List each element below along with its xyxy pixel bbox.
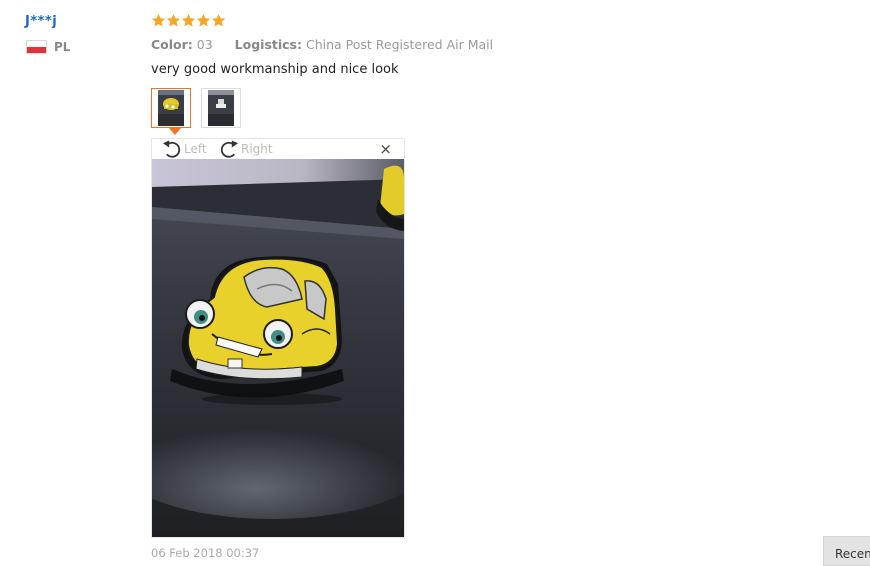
thumbnail-image [208, 90, 234, 126]
review-text: very good workmanship and nice look [151, 62, 399, 77]
rotate-left-icon [163, 140, 181, 158]
rotate-right-icon [220, 140, 238, 158]
selected-caret-icon [169, 128, 181, 135]
rotate-right-button[interactable]: Right [218, 139, 273, 159]
star-icon [196, 13, 211, 28]
star-icon [211, 13, 226, 28]
review-photo [152, 159, 404, 537]
rotate-left-button[interactable]: Left [161, 139, 207, 159]
poland-flag-icon [26, 40, 47, 54]
rotate-right-label: Right [241, 142, 273, 156]
logistics-value: China Post Registered Air Mail [305, 37, 494, 52]
viewer-toolbar: Left Right × [152, 139, 404, 159]
star-icon [166, 13, 181, 28]
photo-thumbnails [151, 88, 251, 135]
color-label: Color: [151, 37, 193, 52]
thumbnail-photo-2[interactable] [201, 88, 241, 128]
rotate-left-label: Left [184, 142, 207, 156]
color-value: 03 [196, 37, 213, 52]
close-icon[interactable]: × [379, 142, 392, 157]
star-rating [151, 13, 226, 28]
reviewer-country: PL [26, 40, 70, 54]
reviewer-block: J***j [25, 14, 57, 29]
review-date: 06 Feb 2018 00:37 [151, 546, 260, 560]
star-icon [181, 13, 196, 28]
thumbnail-photo-1[interactable] [151, 88, 191, 135]
photo-viewer: Left Right × [151, 138, 405, 538]
reviewer-name[interactable]: J***j [25, 14, 57, 29]
thumbnail-image [158, 90, 184, 126]
star-icon [151, 13, 166, 28]
country-code: PL [54, 40, 71, 54]
logistics-label: Logistics: [234, 37, 302, 52]
order-info: Color: 03 Logistics: China Post Register… [151, 37, 493, 52]
recent-button[interactable]: Recent [823, 536, 870, 566]
